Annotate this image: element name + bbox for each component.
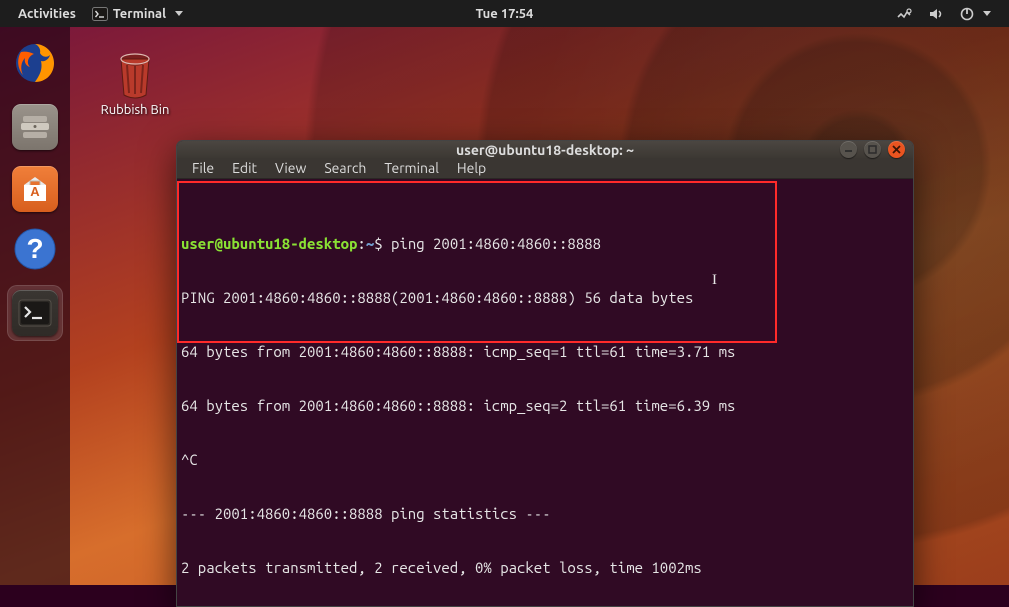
svg-text:?: ?	[26, 233, 43, 264]
terminal-menubar: File Edit View Search Terminal Help	[177, 158, 913, 179]
prompt-path: ~	[366, 235, 374, 252]
trash-label: Rubbish Bin	[90, 103, 180, 117]
terminal-line: user@ubuntu18-desktop:~$ ping 2001:4860:…	[179, 235, 911, 253]
top-panel: Activities Terminal Tue 17:54	[0, 0, 1009, 27]
minimize-button[interactable]	[840, 141, 857, 158]
launcher-software[interactable]: A	[7, 161, 63, 217]
command-text: ping 2001:4860:4860::8888	[391, 235, 601, 252]
window-controls	[840, 141, 905, 158]
firefox-icon	[12, 40, 58, 90]
maximize-button[interactable]	[864, 141, 881, 158]
annotation-red-box	[177, 181, 777, 343]
software-icon: A	[12, 166, 58, 212]
prompt-symbol: $	[374, 235, 382, 252]
network-status-icon[interactable]	[888, 0, 920, 27]
launcher-firefox[interactable]	[7, 37, 63, 93]
window-titlebar[interactable]: user@ubuntu18-desktop: ~	[177, 141, 913, 158]
menu-edit[interactable]: Edit	[223, 158, 266, 178]
menu-help[interactable]: Help	[448, 158, 495, 178]
menu-terminal[interactable]: Terminal	[375, 158, 448, 178]
activities-button[interactable]: Activities	[10, 0, 84, 27]
terminal-output-line: PING 2001:4860:4860::8888(2001:4860:4860…	[179, 289, 911, 307]
terminal-output-line: --- 2001:4860:4860::8888 ping statistics…	[179, 505, 911, 523]
desktop-background[interactable]: Rubbish Bin user@ubuntu18-desktop: ~ Fil…	[0, 27, 1009, 585]
launcher-files[interactable]	[7, 99, 63, 155]
window-title: user@ubuntu18-desktop: ~	[456, 142, 634, 158]
terminal-output-line: 2 packets transmitted, 2 received, 0% pa…	[179, 559, 911, 577]
clock[interactable]: Tue 17:54	[468, 0, 542, 27]
close-button[interactable]	[888, 141, 905, 158]
launcher-terminal[interactable]	[7, 285, 63, 341]
terminal-icon	[12, 290, 58, 336]
help-icon: ?	[12, 226, 58, 276]
prompt-user-host: user@ubuntu18-desktop	[181, 235, 357, 252]
trash-icon[interactable]: Rubbish Bin	[90, 51, 180, 117]
menu-search[interactable]: Search	[315, 158, 375, 178]
app-indicator-label: Terminal	[113, 7, 166, 21]
trash-glyph-icon	[111, 51, 159, 99]
terminal-small-icon	[92, 6, 108, 22]
menu-view[interactable]: View	[266, 158, 315, 178]
files-icon	[12, 104, 58, 150]
launcher-help[interactable]: ?	[7, 223, 63, 279]
svg-text:A: A	[30, 184, 40, 199]
terminal-window: user@ubuntu18-desktop: ~ File Edit View …	[176, 140, 914, 607]
launcher-dock: A ?	[0, 27, 70, 585]
sound-status-icon[interactable]	[920, 0, 952, 27]
menu-file[interactable]: File	[183, 158, 223, 178]
terminal-body[interactable]: user@ubuntu18-desktop:~$ ping 2001:4860:…	[177, 179, 913, 607]
terminal-output-line: 64 bytes from 2001:4860:4860::8888: icmp…	[179, 343, 911, 361]
power-status-icon[interactable]	[952, 0, 999, 27]
terminal-output-line: ^C	[179, 451, 911, 469]
terminal-output-line: 64 bytes from 2001:4860:4860::8888: icmp…	[179, 397, 911, 415]
text-cursor-ibeam-icon: I	[712, 271, 717, 289]
app-indicator[interactable]: Terminal	[84, 0, 191, 27]
